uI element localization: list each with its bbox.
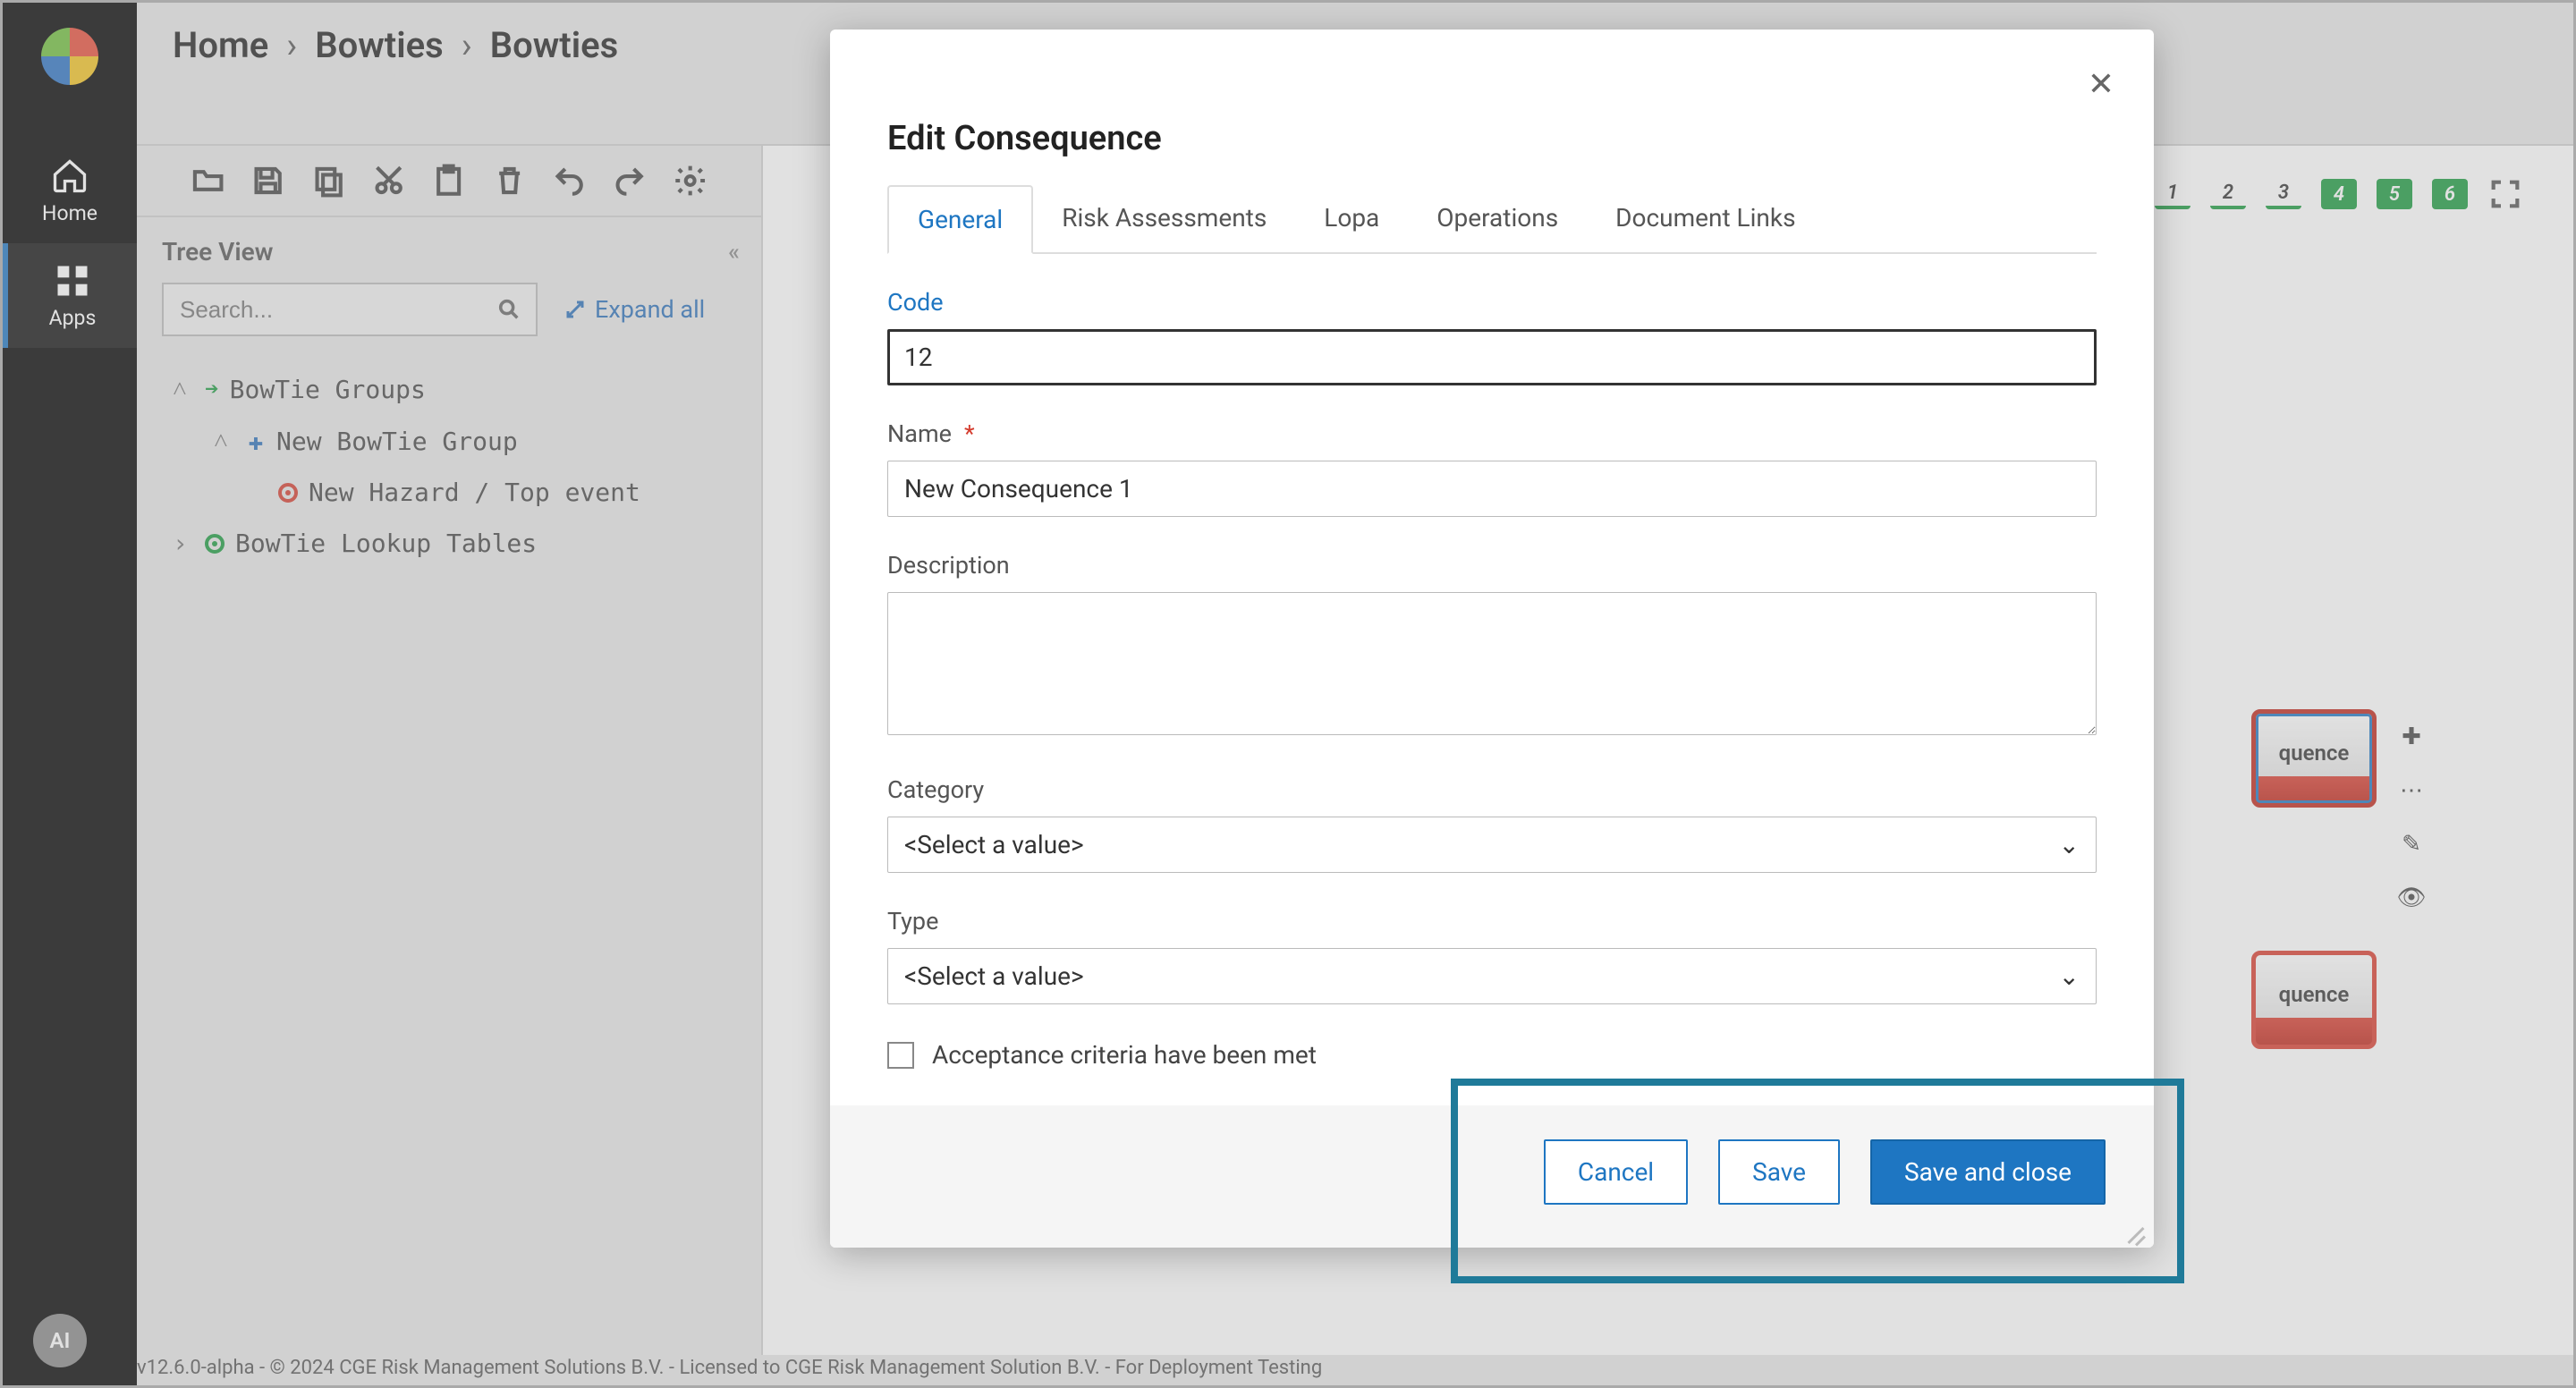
acceptance-checkbox-row[interactable]: Acceptance criteria have been met [887, 1040, 2097, 1070]
type-label: Type [887, 907, 2097, 935]
tree-search[interactable] [162, 283, 538, 336]
tree: ˄ ➔ BowTie Groups ˄ ✚ New BowTie Group N… [155, 363, 743, 569]
type-select[interactable]: <Select a value> ⌄ [887, 948, 2097, 1004]
layer-badge[interactable]: 5 [2377, 179, 2412, 209]
modal-title: Edit Consequence [887, 119, 2097, 158]
layer-badge[interactable]: 2 [2210, 179, 2246, 209]
description-input[interactable] [887, 592, 2097, 735]
cut-icon[interactable] [371, 163, 406, 199]
arrow-icon: ➔ [205, 376, 219, 402]
description-label: Description [887, 551, 2097, 580]
tab-operations[interactable]: Operations [1408, 185, 1587, 252]
caret-up-icon[interactable]: ˄ [214, 426, 235, 456]
chevron-down-icon: ⌄ [2059, 830, 2080, 859]
save-button[interactable]: Save [1718, 1139, 1840, 1205]
tree-label: BowTie Groups [230, 375, 426, 404]
name-label: Name * [887, 419, 2097, 448]
expand-icon [564, 299, 586, 320]
node-label: quence [2279, 982, 2350, 1007]
node-edit-icon[interactable]: ✎ [2393, 825, 2430, 863]
breadcrumb-item[interactable]: Home [173, 24, 268, 66]
undo-icon[interactable] [552, 163, 587, 199]
name-input[interactable] [887, 461, 2097, 517]
tree-label: BowTie Lookup Tables [235, 529, 537, 558]
tab-document-links[interactable]: Document Links [1587, 185, 1824, 252]
fullscreen-icon[interactable] [2487, 176, 2523, 212]
nav-rail: Home Apps [3, 3, 137, 1385]
plus-icon: ✚ [246, 431, 266, 451]
breadcrumb-item[interactable]: Bowties [490, 24, 618, 66]
rail-apps[interactable]: Apps [3, 243, 137, 348]
toolbar [137, 146, 763, 217]
tab-general[interactable]: General [887, 185, 1033, 254]
chevron-right-icon: › [286, 24, 297, 66]
search-input[interactable] [178, 295, 496, 325]
tree-title: Tree View [162, 237, 273, 267]
lookup-icon [205, 534, 225, 554]
copy-icon[interactable] [311, 163, 346, 199]
tab-risk-assessments[interactable]: Risk Assessments [1033, 185, 1295, 252]
consequence-node[interactable]: quence [2251, 709, 2377, 808]
save-icon[interactable] [250, 163, 285, 199]
gear-icon[interactable] [673, 163, 708, 199]
expand-all-label: Expand all [595, 295, 705, 324]
apps-icon [53, 261, 92, 300]
rail-home-label: Home [42, 201, 97, 225]
save-close-button[interactable]: Save and close [1870, 1139, 2106, 1205]
code-input[interactable] [887, 329, 2097, 385]
required-asterisk: * [964, 419, 975, 448]
layer-badge[interactable]: 6 [2432, 179, 2468, 209]
category-label: Category [887, 775, 2097, 804]
consequence-node[interactable]: quence [2251, 951, 2377, 1049]
trash-icon[interactable] [492, 163, 527, 199]
checkbox-icon[interactable] [887, 1042, 914, 1069]
modal-footer: Cancel Save Save and close [830, 1105, 2154, 1248]
name-label-text: Name [887, 419, 952, 448]
acceptance-label: Acceptance criteria have been met [932, 1040, 1317, 1070]
layer-badge[interactable]: 3 [2266, 179, 2301, 209]
node-more-icon[interactable]: ⋯ [2393, 772, 2430, 809]
tree-row[interactable]: › BowTie Lookup Tables [162, 518, 743, 569]
footer-bar: v12.6.0-alpha - © 2024 CGE Risk Manageme… [137, 1355, 2573, 1385]
paste-icon[interactable] [431, 163, 466, 199]
caret-up-icon[interactable]: ˄ [173, 374, 194, 404]
layer-badge[interactable]: 4 [2321, 179, 2357, 209]
caret-right-icon[interactable]: › [173, 529, 194, 558]
tree-label: New BowTie Group [276, 427, 518, 456]
rail-apps-label: Apps [49, 306, 97, 330]
redo-icon[interactable] [612, 163, 647, 199]
tree-row[interactable]: ˄ ➔ BowTie Groups [162, 363, 743, 415]
tree-label: New Hazard / Top event [309, 478, 640, 507]
rail-home[interactable]: Home [3, 139, 137, 243]
collapse-panel-icon[interactable]: « [728, 239, 736, 266]
ai-badge[interactable]: AI [33, 1314, 87, 1367]
expand-all-button[interactable]: Expand all [564, 295, 705, 324]
chevron-right-icon: › [462, 24, 472, 66]
edit-consequence-modal: ✕ Edit Consequence General Risk Assessme… [830, 30, 2154, 1248]
layer-badges: 1 2 3 4 5 6 [2155, 176, 2523, 212]
close-button[interactable]: ✕ [2088, 65, 2114, 103]
layer-badge[interactable]: 1 [2155, 179, 2190, 209]
modal-tabs: General Risk Assessments Lopa Operations… [887, 185, 2097, 254]
cancel-button[interactable]: Cancel [1544, 1139, 1688, 1205]
home-icon [50, 157, 89, 196]
resize-grip-icon[interactable] [2125, 1219, 2147, 1240]
breadcrumb-item[interactable]: Bowties [315, 24, 443, 66]
app-logo [41, 28, 98, 85]
tree-row[interactable]: ˄ ✚ New BowTie Group [162, 415, 743, 467]
node-label: quence [2279, 741, 2350, 766]
node-view-icon[interactable]: 👁 [2393, 879, 2430, 917]
node-add-icon[interactable]: ✚ [2393, 718, 2430, 756]
chevron-down-icon: ⌄ [2059, 961, 2080, 991]
folder-open-icon[interactable] [191, 163, 225, 199]
tab-lopa[interactable]: Lopa [1295, 185, 1408, 252]
type-value: <Select a value> [904, 961, 1084, 991]
tree-panel: Tree View « Expand all ˄ ➔ BowTie Groups… [137, 217, 763, 1385]
tree-row[interactable]: New Hazard / Top event [162, 467, 743, 518]
code-label: Code [887, 288, 2097, 317]
hazard-icon [278, 483, 298, 503]
search-icon[interactable] [496, 297, 521, 322]
category-select[interactable]: <Select a value> ⌄ [887, 817, 2097, 873]
category-value: <Select a value> [904, 830, 1084, 859]
